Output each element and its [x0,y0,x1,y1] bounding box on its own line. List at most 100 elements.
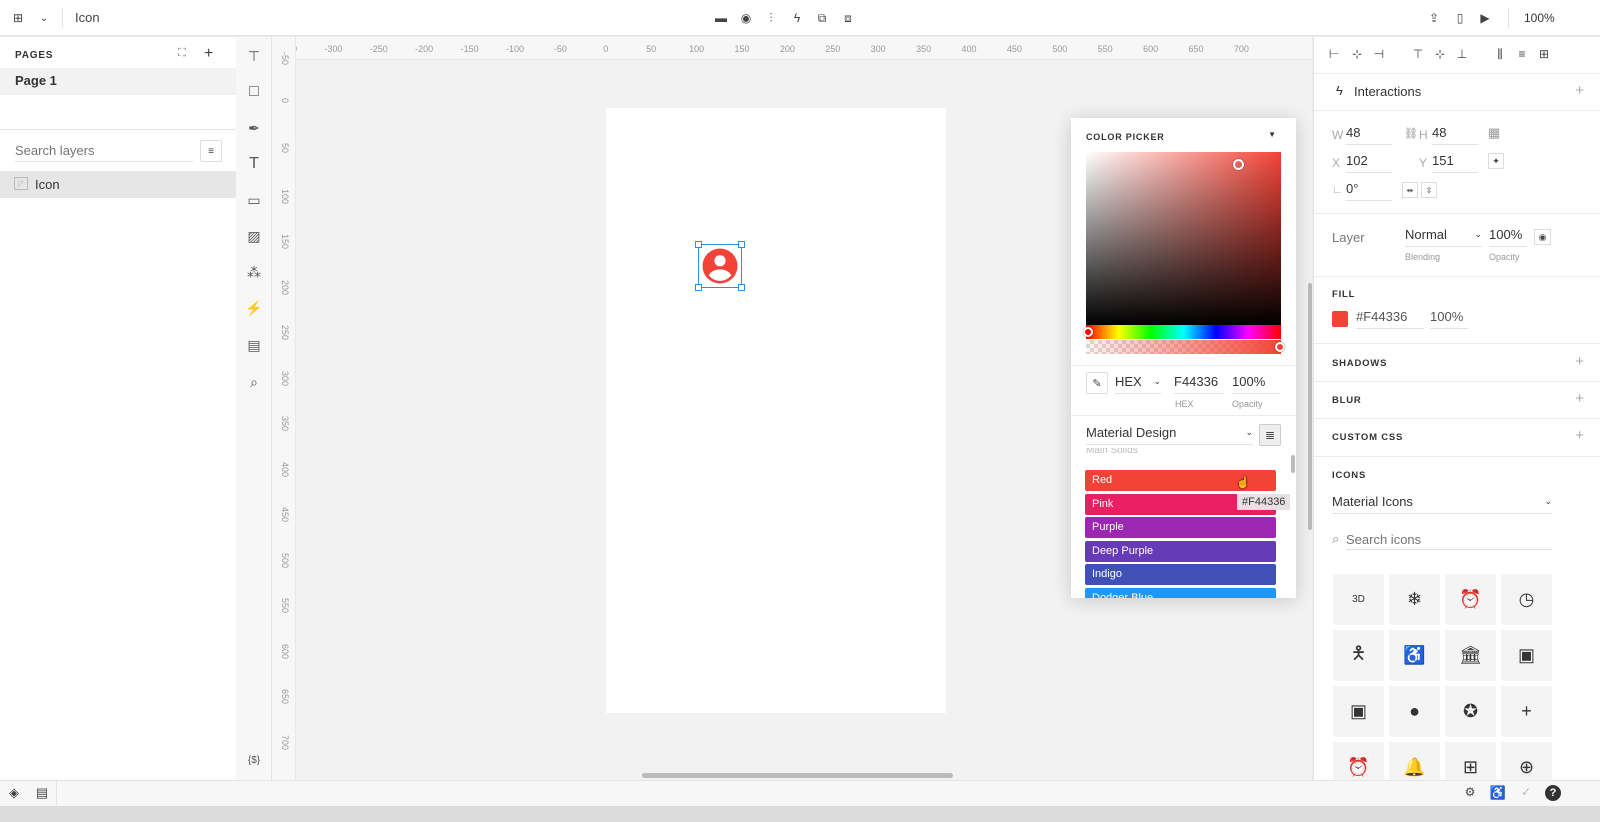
swatch-scrollbar[interactable] [1291,455,1295,473]
link-icon[interactable]: ⛓ [1404,127,1418,140]
input-tool-icon[interactable]: ▭ [245,191,263,209]
opacity-handle[interactable] [1275,342,1285,352]
boolean-icon[interactable]: ⧉ [813,9,831,27]
align-bottom-icon[interactable]: ⊥ [1454,47,1470,61]
add-alert-icon[interactable]: 🔔 [1389,742,1440,780]
resize-handle[interactable] [738,284,745,291]
canvas[interactable]: -350-300-250-200-150-100-500501001502002… [272,37,1312,780]
icons-tool-icon[interactable]: ⁂ [245,263,263,281]
vertical-scrollbar[interactable] [1308,283,1312,530]
align-left-icon[interactable]: ⊢ [1326,47,1342,61]
help-icon[interactable]: ? [1545,785,1561,801]
blending-select[interactable]: Normal ⌄ [1405,227,1482,247]
add-page-icon[interactable]: + [204,45,213,63]
color-cursor[interactable] [1233,159,1244,170]
align-top-icon[interactable]: ⊤ [1410,47,1426,61]
align-center-h-icon[interactable]: ⊹ [1349,47,1365,61]
custom-css-heading[interactable]: CUSTOM CSS [1332,432,1403,443]
horizontal-scrollbar[interactable] [642,773,953,778]
blur-heading[interactable]: BLUR [1332,395,1362,406]
account-balance-wallet-icon[interactable]: ▣ [1501,630,1552,681]
ac-unit-icon[interactable]: ❄ [1389,574,1440,625]
distribute-icon[interactable]: ⫶ [762,9,780,27]
hex-input[interactable]: F44336 [1174,374,1224,394]
saturation-brightness-area[interactable] [1086,152,1281,325]
add-icon[interactable]: + [1501,686,1552,737]
color-mode-select[interactable]: HEX ⌄ [1115,374,1161,394]
list-view-icon[interactable]: ≣ [1259,424,1281,446]
swatch-indigo[interactable]: Indigo [1085,564,1276,586]
filter-icon[interactable]: ≡ [200,140,222,162]
hue-slider[interactable] [1083,325,1281,339]
distribute-v-icon[interactable]: ≡ [1514,47,1530,61]
interaction-tool-icon[interactable]: ⚡ [245,299,263,317]
align-right-icon[interactable]: ⊣ [1371,47,1387,61]
check-icon[interactable]: ✓ [1518,785,1534,799]
component-icon[interactable]: ◉ [737,9,755,27]
add-alarm-icon[interactable]: ⏰ [1333,742,1384,780]
access-alarm-icon[interactable]: ⏰ [1445,574,1496,625]
resize-handle[interactable] [738,241,745,248]
accessible-icon[interactable]: ♿ [1389,630,1440,681]
tidy-icon[interactable]: ⊞ [1536,47,1552,61]
add-circle-icon[interactable]: ⊕ [1501,742,1552,780]
fill-hex-input[interactable]: #F44336 [1356,309,1424,329]
shadows-heading[interactable]: SHADOWS [1332,358,1387,369]
text-tool-icon[interactable]: T [245,155,263,173]
selected-icon-layer[interactable] [695,241,745,291]
fill-color-swatch[interactable] [1332,311,1348,327]
page-item[interactable]: Page 1 [0,68,236,95]
account-circle-icon[interactable]: ● [1389,686,1440,737]
preview-settings-icon[interactable]: ⚙ [1462,785,1478,799]
variables-tool[interactable]: {$} [245,751,263,769]
y-input[interactable]: 151 [1432,153,1478,173]
pin-icon[interactable]: ✦ [1488,153,1504,169]
resize-handle[interactable] [695,241,702,248]
folder-icon[interactable]: ▬ [712,9,730,27]
add-interaction-icon[interactable]: + [1575,82,1584,99]
layer-opacity-input[interactable]: 100% [1489,227,1527,247]
account-balance-icon[interactable]: 🏛 [1445,630,1496,681]
opacity-input[interactable]: 100% [1232,374,1280,394]
account-box-icon[interactable]: ▣ [1333,686,1384,737]
opacity-slider[interactable] [1086,340,1285,354]
x-input[interactable]: 102 [1346,153,1392,173]
search-layers-input[interactable] [15,140,193,162]
chevron-down-icon[interactable]: ⌄ [35,9,53,27]
flip-horizontal-icon[interactable]: ⇹ [1402,182,1418,198]
pen-tool-icon[interactable]: ✒ [245,119,263,137]
distribute-h-icon[interactable]: ⫼ [1492,47,1508,62]
search-icons-input[interactable] [1346,530,1552,550]
fill-opacity-input[interactable]: 100% [1430,309,1468,329]
collapse-caret-icon[interactable]: ▼ [1268,130,1276,139]
add-box-icon[interactable]: ⊞ [1445,742,1496,780]
swatch-deep-purple[interactable]: Deep Purple [1085,540,1276,562]
3d-rotation-icon[interactable]: 3D [1333,574,1384,625]
mask-icon[interactable]: ⧈ [839,9,857,27]
visibility-eye-icon[interactable]: ◉ [1534,229,1551,245]
layer-item[interactable]: ◸ Icon [0,171,236,198]
artboard[interactable] [606,108,946,713]
add-custom-css-icon[interactable]: + [1575,427,1584,444]
interactions-label[interactable]: Interactions [1354,84,1421,99]
document-title[interactable]: Icon [75,10,100,25]
comment-tool-icon[interactable]: ▤ [245,336,263,354]
constraints-grid-icon[interactable]: ▦ [1488,125,1500,141]
accessibility-icon[interactable]: 🯅 [1333,630,1384,681]
hue-handle[interactable] [1083,327,1093,337]
height-input[interactable]: 48 [1432,125,1478,145]
layers-icon[interactable]: ◈ [6,785,22,801]
grid-menu-icon[interactable]: ⊞ [9,9,27,27]
palette-select[interactable]: Material Design ⌄ [1086,425,1253,445]
play-icon[interactable]: ▶ [1476,9,1494,27]
access-time-icon[interactable]: ◷ [1501,574,1552,625]
rectangle-tool-icon[interactable]: □ [245,83,263,101]
accessibility-icon[interactable]: ♿ [1490,785,1506,801]
notes-icon[interactable]: ▤ [34,785,50,801]
resize-handle[interactable] [695,284,702,291]
swatch-purple[interactable]: Purple [1085,517,1276,539]
swatch-dodger-blue[interactable]: Dodger Blue [1085,588,1276,598]
icon-set-select[interactable]: Material Icons ⌄ [1332,494,1552,514]
add-blur-icon[interactable]: + [1575,390,1584,407]
device-preview-icon[interactable]: ▯ [1451,9,1469,27]
